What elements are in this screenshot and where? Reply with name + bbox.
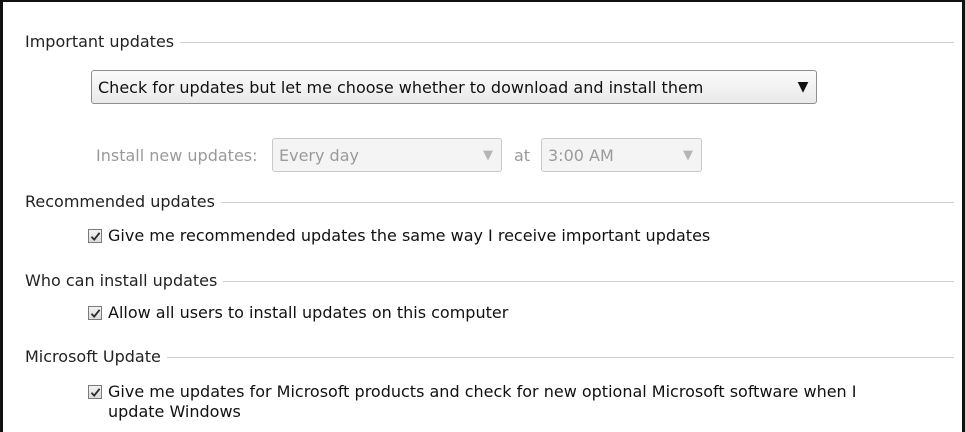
chevron-down-icon: ▼ xyxy=(683,147,693,163)
allow-all-users-label: Allow all users to install updates on th… xyxy=(108,303,509,322)
allow-all-users-option[interactable]: Allow all users to install updates on th… xyxy=(88,303,508,323)
install-time-dropdown[interactable]: 3:00 AM ▼ xyxy=(541,138,702,172)
install-new-updates-label: Install new updates: xyxy=(96,146,258,165)
install-time-value: 3:00 AM xyxy=(548,145,614,165)
important-updates-title: Important updates xyxy=(25,31,175,51)
who-can-install-title: Who can install updates xyxy=(25,270,218,290)
recommended-updates-checkbox[interactable] xyxy=(88,229,102,243)
microsoft-update-label: Give me updates for Microsoft products a… xyxy=(108,382,857,422)
recommended-updates-label: Give me recommended updates the same way… xyxy=(108,226,711,245)
update-mode-dropdown[interactable]: Check for updates but let me choose whet… xyxy=(91,70,817,104)
recommended-updates-option[interactable]: Give me recommended updates the same way… xyxy=(88,226,710,246)
chevron-down-icon: ▼ xyxy=(483,147,493,163)
check-icon xyxy=(90,231,100,241)
microsoft-update-header: Microsoft Update xyxy=(25,344,954,368)
recommended-updates-title: Recommended updates xyxy=(25,191,215,211)
windows-update-settings-panel: Important updates Check for updates but … xyxy=(0,0,965,432)
who-can-install-header: Who can install updates xyxy=(25,268,954,292)
install-day-dropdown[interactable]: Every day ▼ xyxy=(272,138,502,172)
chevron-down-icon: ▼ xyxy=(797,79,809,95)
recommended-updates-header: Recommended updates xyxy=(25,189,954,213)
microsoft-update-checkbox[interactable] xyxy=(88,385,102,399)
allow-all-users-checkbox[interactable] xyxy=(88,306,102,320)
section-divider xyxy=(220,201,954,203)
check-icon xyxy=(90,387,100,397)
section-divider xyxy=(166,356,954,358)
check-icon xyxy=(90,308,100,318)
section-divider xyxy=(223,280,954,282)
microsoft-update-label-line1: Give me updates for Microsoft products a… xyxy=(108,382,857,401)
section-divider xyxy=(180,41,954,43)
update-mode-selected-value: Check for updates but let me choose whet… xyxy=(98,77,704,97)
microsoft-update-label-line2: update Windows xyxy=(108,402,241,421)
important-updates-header: Important updates xyxy=(25,29,954,53)
at-label: at xyxy=(514,146,531,165)
microsoft-update-option[interactable]: Give me updates for Microsoft products a… xyxy=(88,382,857,422)
microsoft-update-title: Microsoft Update xyxy=(25,346,161,366)
install-day-value: Every day xyxy=(279,145,359,165)
